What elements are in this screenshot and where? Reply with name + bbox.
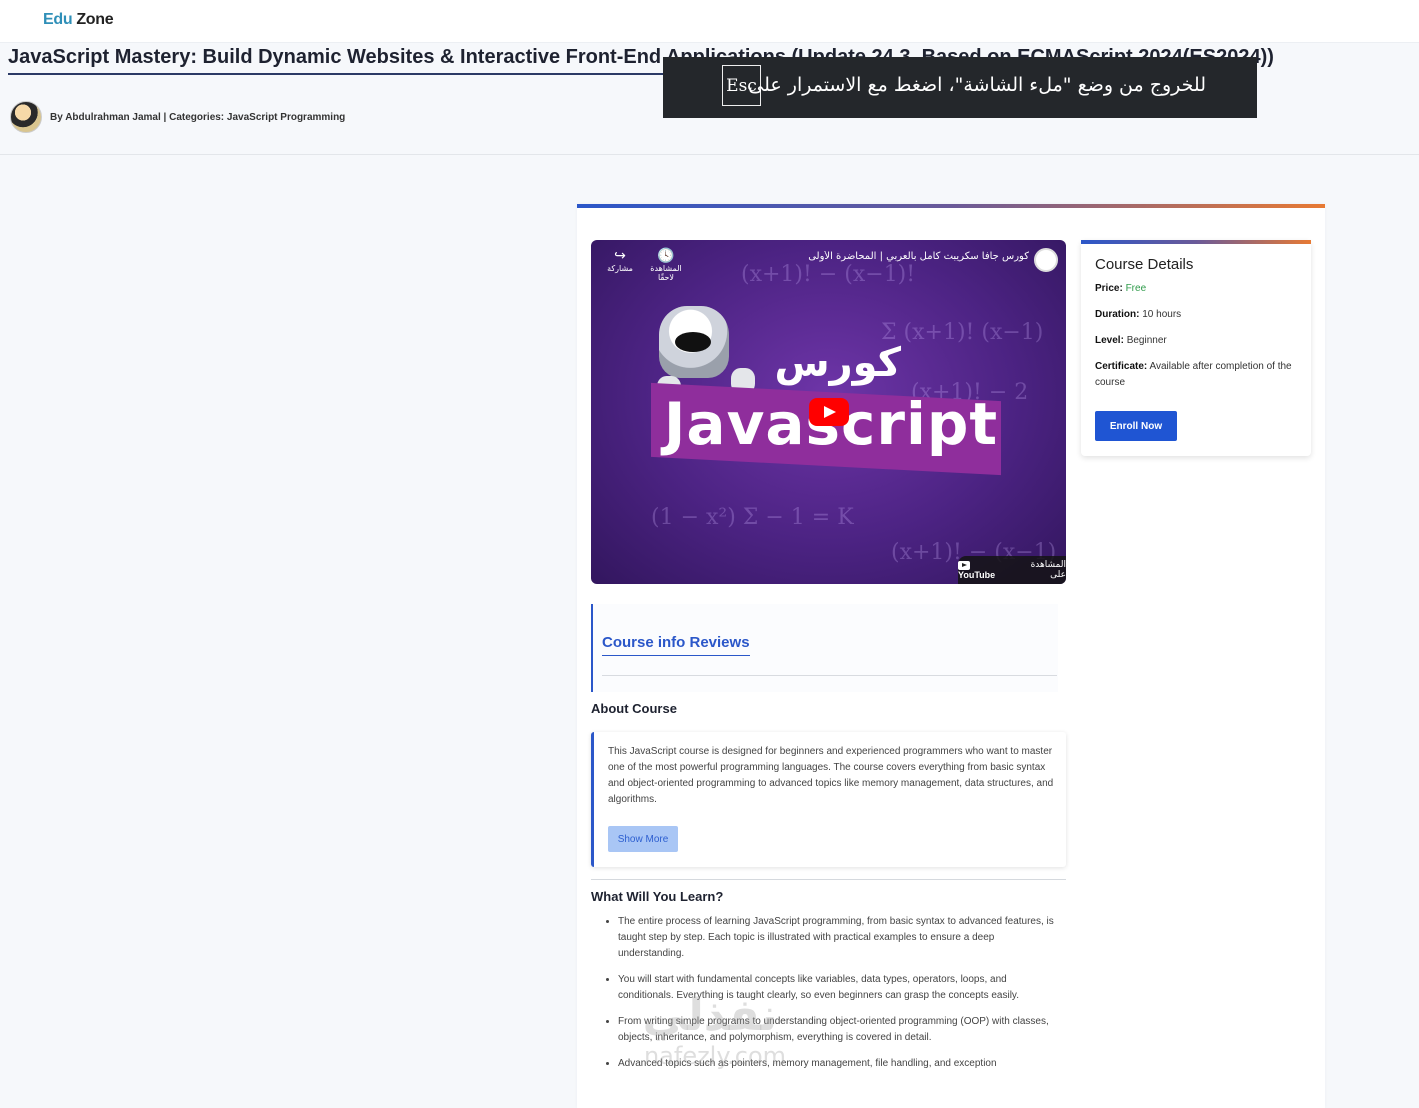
author-row: By Abdulrahman Jamal | Categories: JavaS… bbox=[10, 101, 346, 133]
share-button[interactable]: ↪ مشاركة bbox=[602, 248, 638, 273]
duration-label: Duration: bbox=[1095, 309, 1140, 320]
list-item: Advanced topics such as pointers, memory… bbox=[618, 1056, 1061, 1072]
duration-value: 10 hours bbox=[1142, 309, 1182, 320]
certificate-label: Certificate: bbox=[1095, 361, 1148, 372]
about-course-heading: About Course bbox=[591, 701, 677, 716]
top-navbar: Edu Zone bbox=[0, 0, 1419, 43]
channel-avatar[interactable] bbox=[1034, 248, 1058, 272]
price-value: Free bbox=[1125, 283, 1147, 294]
thumbnail-arabic-word: كورس bbox=[774, 340, 901, 386]
about-course-box: This JavaScript course is designed for b… bbox=[591, 732, 1066, 867]
watch-later-button[interactable]: 🕓 المشاهدة لاحقًا bbox=[648, 248, 684, 282]
price-label: Price: bbox=[1095, 283, 1123, 294]
level-label: Level: bbox=[1095, 335, 1124, 346]
clock-icon: 🕓 bbox=[657, 248, 675, 264]
fullscreen-toast-text: للخروج من وضع "ملء الشاشة"، اضغط مع الاس… bbox=[748, 74, 1206, 96]
certificate-row: Certificate: Available after completion … bbox=[1095, 359, 1299, 391]
robot-visor bbox=[675, 332, 711, 352]
youtube-label: YouTube bbox=[958, 570, 996, 581]
bg-math-decoration: (x+1)! − (x−1)! bbox=[741, 262, 916, 287]
bg-math-decoration: (1 − x²) Σ − 1 = K bbox=[651, 505, 854, 530]
share-arrow-icon: ↪ bbox=[614, 248, 626, 264]
show-more-button[interactable]: Show More bbox=[608, 826, 678, 852]
site-logo[interactable]: Edu Zone bbox=[43, 11, 114, 29]
list-item: From writing simple programs to understa… bbox=[618, 1014, 1061, 1046]
list-item: The entire process of learning JavaScrip… bbox=[618, 914, 1061, 962]
about-course-text: This JavaScript course is designed for b… bbox=[608, 746, 1054, 805]
video-title[interactable]: كورس جافا سكريبت كامل بالعربي | المحاضرة… bbox=[771, 251, 1029, 262]
share-label: مشاركة bbox=[607, 264, 633, 273]
learn-divider bbox=[591, 879, 1066, 880]
fullscreen-exit-toast: Esc للخروج من وضع "ملء الشاشة"، اضغط مع … bbox=[663, 57, 1257, 118]
title-underline bbox=[8, 73, 672, 75]
details-heading: Course Details bbox=[1095, 256, 1194, 273]
bg-math-decoration: Σ (x+1)! (x−1) bbox=[881, 320, 1044, 345]
course-byline: By Abdulrahman Jamal | Categories: JavaS… bbox=[50, 111, 346, 123]
tab-course-info-reviews[interactable]: Course info Reviews bbox=[602, 634, 750, 656]
enroll-now-button[interactable]: Enroll Now bbox=[1095, 411, 1177, 441]
logo-edu: Edu bbox=[43, 11, 73, 28]
course-details-card: Course Details Price: Free Duration: 10 … bbox=[1081, 240, 1311, 456]
level-value: Beginner bbox=[1126, 335, 1167, 346]
header-divider bbox=[0, 154, 1419, 155]
price-row: Price: Free bbox=[1095, 281, 1299, 297]
list-item: You will start with fundamental concepts… bbox=[618, 972, 1061, 1004]
watch-later-label: المشاهدة لاحقًا bbox=[650, 264, 682, 282]
youtube-video-player[interactable]: (x+1)! − (x−1)! Σ (x+1)! (x−1) (x+1)! − … bbox=[591, 240, 1066, 584]
what-will-you-learn-heading: What Will You Learn? bbox=[591, 889, 724, 904]
youtube-logo-icon: YouTube bbox=[958, 560, 1008, 580]
logo-zone: Zone bbox=[76, 11, 114, 28]
watch-on-label: المشاهدة على bbox=[1030, 560, 1066, 580]
course-tabs: Course info Reviews bbox=[591, 604, 1058, 692]
author-avatar bbox=[10, 101, 42, 133]
play-button-icon[interactable] bbox=[809, 398, 849, 426]
level-row: Level: Beginner bbox=[1095, 333, 1299, 349]
duration-row: Duration: 10 hours bbox=[1095, 307, 1299, 323]
tabs-divider bbox=[602, 675, 1057, 676]
learn-list: The entire process of learning JavaScrip… bbox=[591, 914, 1061, 1082]
watch-on-youtube-button[interactable]: YouTube المشاهدة على bbox=[958, 556, 1066, 584]
